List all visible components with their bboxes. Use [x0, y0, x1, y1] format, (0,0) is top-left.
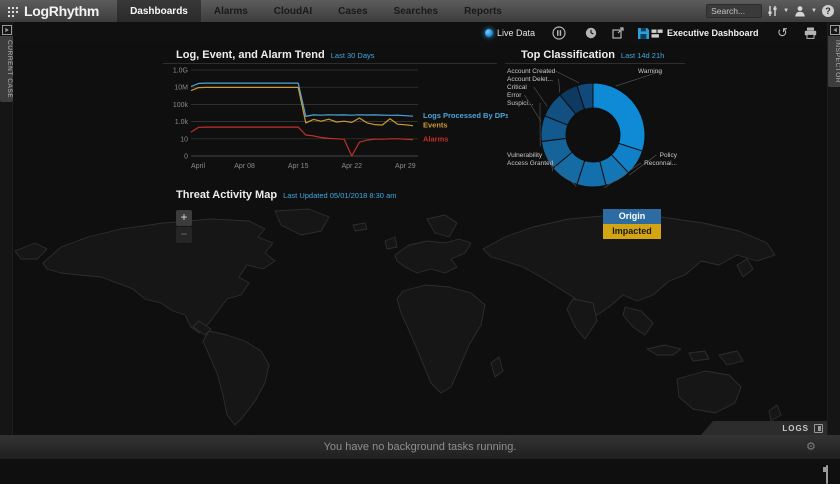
live-data-label: Live Data — [497, 28, 535, 38]
history-button[interactable] — [585, 22, 597, 44]
series-label: Logs Processed By DPs — [423, 111, 508, 120]
dashboard-toolbar: Live Data Executiv — [13, 22, 827, 44]
left-rail: CURRENT CASE — [0, 22, 13, 435]
donut-label: Account Delet... — [507, 76, 553, 83]
tab-cases[interactable]: Cases — [325, 0, 380, 22]
donut-label: Warning — [638, 68, 662, 75]
undo-button[interactable]: ↺ — [777, 22, 788, 44]
expand-panel-icon[interactable] — [830, 25, 840, 35]
search-input[interactable] — [706, 4, 762, 18]
donut-label: Reconnai... — [644, 160, 677, 167]
donut-label: Account Created — [507, 68, 556, 75]
donut-label: Access Granted — [507, 160, 554, 167]
series-label: Events — [423, 121, 448, 130]
save-icon — [637, 27, 650, 40]
classification-subtitle: Last 14d 21h — [621, 51, 664, 60]
x-axis-tick: Apr 29 — [395, 163, 416, 170]
map-subtitle: Last Updated 05/01/2018 8:30 am — [283, 191, 396, 200]
print-button[interactable] — [804, 22, 817, 44]
trend-chart-title: Log, Event, and Alarm Trend Last 30 Days — [176, 49, 375, 61]
panel-icon[interactable] — [826, 465, 828, 484]
background-tasks-status: You have no background tasks running. — [0, 435, 840, 459]
map-zoom-in-button[interactable]: + — [176, 210, 192, 226]
dashboard-grid-icon — [651, 28, 663, 39]
save-dashboard-button[interactable] — [637, 22, 650, 44]
x-axis-tick: Apr 08 — [234, 163, 255, 170]
undo-icon: ↺ — [777, 27, 788, 39]
popout-button[interactable] — [612, 22, 624, 44]
trend-title-text: Log, Event, and Alarm Trend — [176, 49, 325, 61]
map-zoom-out-button[interactable]: − — [176, 227, 192, 243]
series-line-alarms — [191, 127, 413, 156]
y-axis-tick: 0 — [184, 154, 188, 161]
dashboard-selector[interactable]: Executive Dashboard — [651, 22, 759, 44]
x-axis-tick: April — [191, 163, 205, 170]
live-data-indicator-icon — [485, 29, 493, 37]
y-axis-tick: 10 — [180, 136, 188, 143]
popout-icon — [612, 27, 624, 39]
top-navigation-bar: LogRhythm Dashboards Alarms CloudAI Case… — [0, 0, 840, 22]
logo-dots-icon — [7, 5, 20, 18]
legend-origin[interactable]: Origin — [603, 209, 661, 224]
chevron-down-icon[interactable]: ▼ — [783, 8, 789, 14]
current-case-tab[interactable]: CURRENT CASE — [0, 36, 13, 102]
pause-icon — [552, 26, 566, 40]
world-map-canvas[interactable] — [13, 203, 827, 435]
donut-label: Policy — [660, 152, 678, 159]
inspector-tab[interactable]: INSPECTOR — [828, 36, 840, 87]
help-icon[interactable]: ? — [822, 5, 834, 17]
user-icon[interactable] — [794, 5, 806, 17]
legend-impacted[interactable]: Impacted — [603, 224, 661, 239]
expand-panel-icon[interactable] — [2, 25, 12, 35]
right-rail: INSPECTOR — [827, 22, 840, 435]
sliders-icon[interactable] — [767, 5, 778, 17]
x-axis-tick: Apr 15 — [288, 163, 309, 170]
classification-donut-chart: Warning PolicyReconnai... Access GrantedVu… — [505, 62, 685, 197]
tab-alarms[interactable]: Alarms — [201, 0, 261, 22]
classification-title-text: Top Classification — [521, 49, 615, 61]
gear-icon[interactable]: ⚙ — [806, 440, 816, 453]
panel-icon — [814, 424, 823, 433]
donut-label: Critical — [507, 84, 527, 91]
trend-subtitle: Last 30 Days — [331, 51, 375, 60]
tab-dashboards[interactable]: Dashboards — [117, 0, 201, 22]
x-axis-tick: Apr 22 — [341, 163, 362, 170]
series-line-logs-processed-by-dps — [191, 83, 413, 116]
logs-drawer-tab[interactable]: LOGS — [701, 421, 827, 435]
logrhythm-logo: LogRhythm — [0, 3, 99, 19]
live-data-toggle[interactable]: Live Data — [485, 22, 535, 44]
donut-label: Vulnerability — [507, 152, 543, 159]
pause-button[interactable] — [552, 22, 566, 44]
printer-icon — [804, 27, 817, 39]
map-title-text: Threat Activity Map — [176, 189, 277, 201]
y-axis-tick: 100k — [173, 102, 189, 109]
clock-icon — [585, 27, 597, 39]
y-axis-tick: 1.0G — [173, 68, 188, 75]
y-axis-tick: 10M — [174, 85, 188, 92]
logs-label: LOGS — [782, 424, 809, 433]
tab-searches[interactable]: Searches — [381, 0, 451, 22]
tab-reports[interactable]: Reports — [451, 0, 515, 22]
tab-cloudai[interactable]: CloudAI — [261, 0, 325, 22]
trend-chart: 1.0G 10M 100k 1.0k 10 0April Apr 08 Apr 15 Apr 2… — [163, 66, 508, 177]
dashboard-name: Executive Dashboard — [667, 28, 759, 38]
threat-activity-map[interactable]: + − Origin Impacted — [13, 203, 827, 435]
map-legend: Origin Impacted — [603, 209, 661, 239]
threat-map-title: Threat Activity Map Last Updated 05/01/20… — [176, 189, 396, 201]
donut-segment-warning — [593, 83, 645, 151]
y-axis-tick: 1.0k — [175, 119, 189, 126]
main-nav-tabs: Dashboards Alarms CloudAI Cases Searches… — [117, 0, 515, 22]
divider — [163, 63, 497, 64]
series-label: Alarms — [423, 135, 448, 144]
series-line-events — [191, 87, 413, 125]
donut-label: Error — [507, 92, 522, 99]
chevron-down-icon[interactable]: ▼ — [811, 8, 817, 14]
classification-chart-title: Top Classification Last 14d 21h — [521, 49, 664, 61]
logo-text: LogRhythm — [24, 3, 99, 19]
status-bar: You have no background tasks running. ⚙ — [0, 435, 840, 459]
